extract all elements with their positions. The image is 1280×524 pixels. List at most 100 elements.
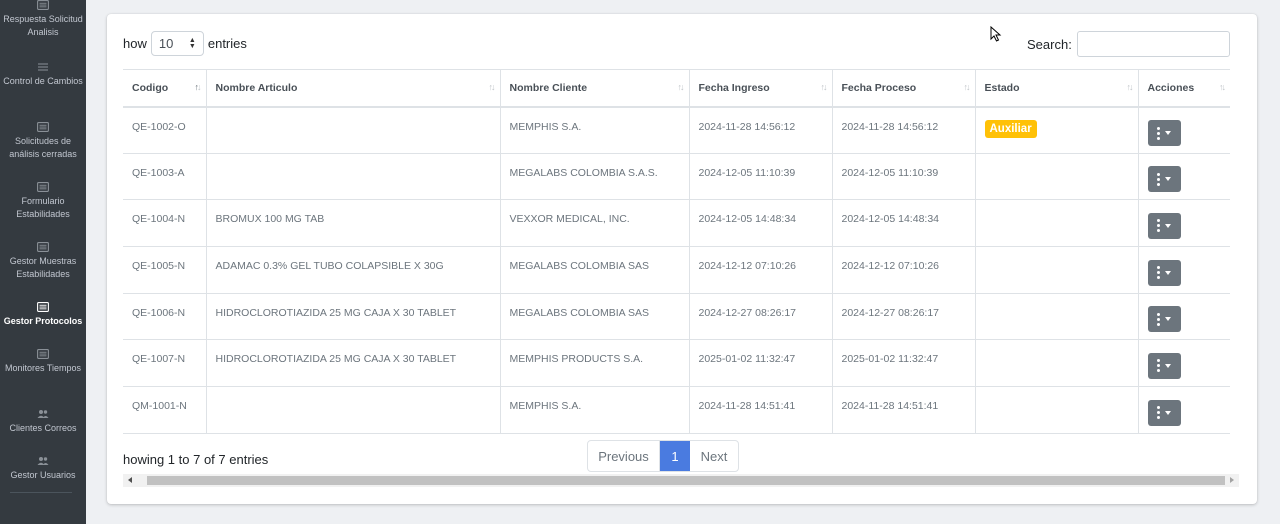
cell-estado: Confirmar Muestras	[975, 293, 1139, 341]
actions-dropdown-button[interactable]	[1147, 352, 1181, 379]
list-icon	[38, 63, 48, 71]
list-alt-icon	[37, 302, 49, 312]
sidebar-item-label: Formulario Estabilidades	[16, 196, 70, 219]
column-header[interactable]: Estado ↑↓	[975, 69, 1139, 108]
ellipsis-vertical-icon	[1157, 359, 1160, 373]
table-row: QE-1002-O MEMPHIS S.A. 2024-11-28 14:56:12…	[123, 106, 1230, 154]
cell-acciones	[1138, 199, 1230, 248]
pagination: Previous 1 Next	[587, 440, 739, 472]
ellipsis-vertical-icon	[1157, 172, 1160, 186]
cell-articulo	[206, 386, 501, 434]
horizontal-scrollbar[interactable]	[123, 474, 1239, 487]
cell-codigo: QE-1005-N	[123, 246, 207, 294]
column-header-label: Fecha Proceso	[841, 81, 917, 94]
column-header[interactable]: Acciones ↑↓	[1138, 69, 1230, 108]
sidebar-item-7[interactable]: Monitores Tiempos	[0, 349, 86, 375]
select-caret-icon: ▲ ▼	[188, 36, 196, 50]
list-alt-icon	[37, 182, 49, 192]
column-header[interactable]: Fecha Proceso ↑↓	[832, 69, 976, 108]
cell-cliente: MEGALABS COLOMBIA SAS	[500, 293, 690, 341]
cell-proceso: 2024-11-28 14:56:12	[832, 106, 976, 154]
sort-icon: ↑↓	[820, 82, 828, 92]
search-control: Search:	[1027, 31, 1230, 57]
cell-ingreso: 2024-12-12 07:10:26	[689, 246, 833, 294]
cell-estado: Confirmar Muestras	[975, 386, 1139, 434]
actions-dropdown-button[interactable]	[1147, 212, 1181, 239]
list-alt-icon	[37, 0, 49, 10]
table-row: QE-1004-N BROMUX 100 MG TAB VEXXOR MEDICAL…	[123, 199, 1230, 248]
search-input[interactable]	[1076, 31, 1230, 57]
sidebar-item-4[interactable]: Formulario Estabilidades	[0, 182, 86, 221]
cell-cliente: MEMPHIS PRODUCTS S.A.	[500, 339, 690, 388]
table-info: howing 1 to 7 of 7 entries	[123, 452, 269, 467]
sidebar-item-label: Gestor Usuarios	[10, 470, 76, 480]
column-header[interactable]: Fecha Ingreso ↑↓	[689, 69, 833, 108]
cell-cliente: VEXXOR MEDICAL, INC.	[500, 199, 690, 248]
caret-down-icon	[1165, 223, 1171, 228]
next-page-button[interactable]: Next	[690, 441, 738, 471]
column-header-label: Codigo	[132, 81, 169, 94]
column-header[interactable]: Nombre Articulo ↑↓	[206, 69, 501, 108]
entries-label: entries	[207, 36, 247, 51]
actions-dropdown-button[interactable]	[1147, 120, 1181, 146]
scroll-left-icon[interactable]	[128, 477, 132, 483]
list-alt-icon	[37, 349, 49, 359]
sidebar-item-label: Solicitudes de análisis cerradas	[9, 136, 77, 159]
page-length-control: how 10 ▲ ▼ entries	[123, 31, 247, 56]
cell-cliente: MEGALABS COLOMBIA S.A.S.	[500, 153, 690, 201]
cell-codigo: QE-1004-N	[123, 199, 207, 248]
sidebar-item-8[interactable]: Clientes Correos	[0, 409, 86, 435]
caret-down-icon	[1165, 131, 1171, 135]
table-row: QE-1003-A MEGALABS COLOMBIA S.A.S. 2024-12…	[123, 153, 1230, 201]
sidebar-item-6[interactable]: Gestor Protocolos	[0, 302, 86, 328]
cell-articulo: HIDROCLOROTIAZIDA 25 MG CAJA X 30 TABLET	[206, 339, 501, 388]
sidebar-item-9[interactable]: Gestor Usuarios	[0, 456, 86, 482]
search-label: Search:	[1027, 36, 1072, 52]
cell-ingreso: 2024-11-28 14:56:12	[689, 106, 833, 154]
page-length-select[interactable]: 10 ▲ ▼	[150, 31, 204, 56]
actions-dropdown-button[interactable]	[1147, 166, 1181, 193]
page-1-button[interactable]: 1	[660, 441, 690, 471]
sort-icon: ↑↓	[963, 82, 971, 92]
cell-codigo: QE-1007-N	[123, 339, 207, 388]
cell-ingreso: 2024-12-27 08:26:17	[689, 293, 833, 341]
cell-codigo: QE-1002-O	[123, 106, 207, 154]
protocols-table: Codigo ↑↓ Nombre Articulo ↑↓ Nombre Cliente ↑…	[123, 69, 1230, 434]
sidebar-item-5[interactable]: Gestor Muestras Estabilidades	[0, 242, 86, 281]
users-icon	[37, 457, 49, 465]
cell-estado: Confirmar Muestras	[975, 339, 1139, 388]
sidebar-item-1[interactable]: Respuesta Solicitud Analisis	[0, 0, 86, 39]
ellipsis-vertical-icon	[1157, 266, 1160, 280]
list-alt-icon	[37, 122, 49, 132]
cell-proceso: 2024-12-05 11:10:39	[832, 153, 976, 201]
cell-articulo: HIDROCLOROTIAZIDA 25 MG CAJA X 30 TABLET	[206, 293, 501, 341]
previous-page-button[interactable]: Previous	[588, 441, 660, 471]
cell-estado: Confirmar Muestras	[975, 246, 1139, 294]
cell-acciones	[1138, 293, 1230, 341]
cell-cliente: MEMPHIS S.A.	[500, 386, 690, 434]
caret-down-icon	[1165, 317, 1171, 322]
actions-dropdown-button[interactable]	[1147, 399, 1181, 426]
column-header[interactable]: Nombre Cliente ↑↓	[500, 69, 690, 108]
scroll-right-icon[interactable]	[1230, 477, 1234, 483]
cell-ingreso: 2025-01-02 11:32:47	[689, 339, 833, 388]
cell-ingreso: 2024-12-05 14:48:34	[689, 199, 833, 248]
sort-icon: ↑↓	[1126, 82, 1134, 92]
column-header[interactable]: Codigo ↑↓	[123, 69, 207, 108]
cell-codigo: QE-1006-N	[123, 293, 207, 341]
mouse-cursor-icon	[990, 26, 1002, 42]
scrollbar-thumb[interactable]	[147, 476, 1225, 485]
ellipsis-vertical-icon	[1157, 126, 1160, 140]
sort-icon: ↑↓	[677, 82, 685, 92]
cell-ingreso: 2024-11-28 14:51:41	[689, 386, 833, 434]
sidebar: Respuesta Solicitud Analisis Control de C…	[0, 0, 86, 524]
actions-dropdown-button[interactable]	[1147, 306, 1181, 333]
cell-proceso: 2024-12-12 07:10:26	[832, 246, 976, 294]
cell-codigo: QM-1001-N	[123, 386, 207, 434]
actions-dropdown-button[interactable]	[1147, 259, 1181, 286]
column-header-label: Fecha Ingreso	[698, 81, 770, 94]
sidebar-item-2[interactable]: Control de Cambios	[0, 62, 86, 88]
sidebar-item-3[interactable]: Solicitudes de análisis cerradas	[0, 122, 86, 161]
table-row: QE-1006-N HIDROCLOROTIAZIDA 25 MG CAJA X …	[123, 293, 1230, 341]
ellipsis-vertical-icon	[1157, 312, 1160, 326]
